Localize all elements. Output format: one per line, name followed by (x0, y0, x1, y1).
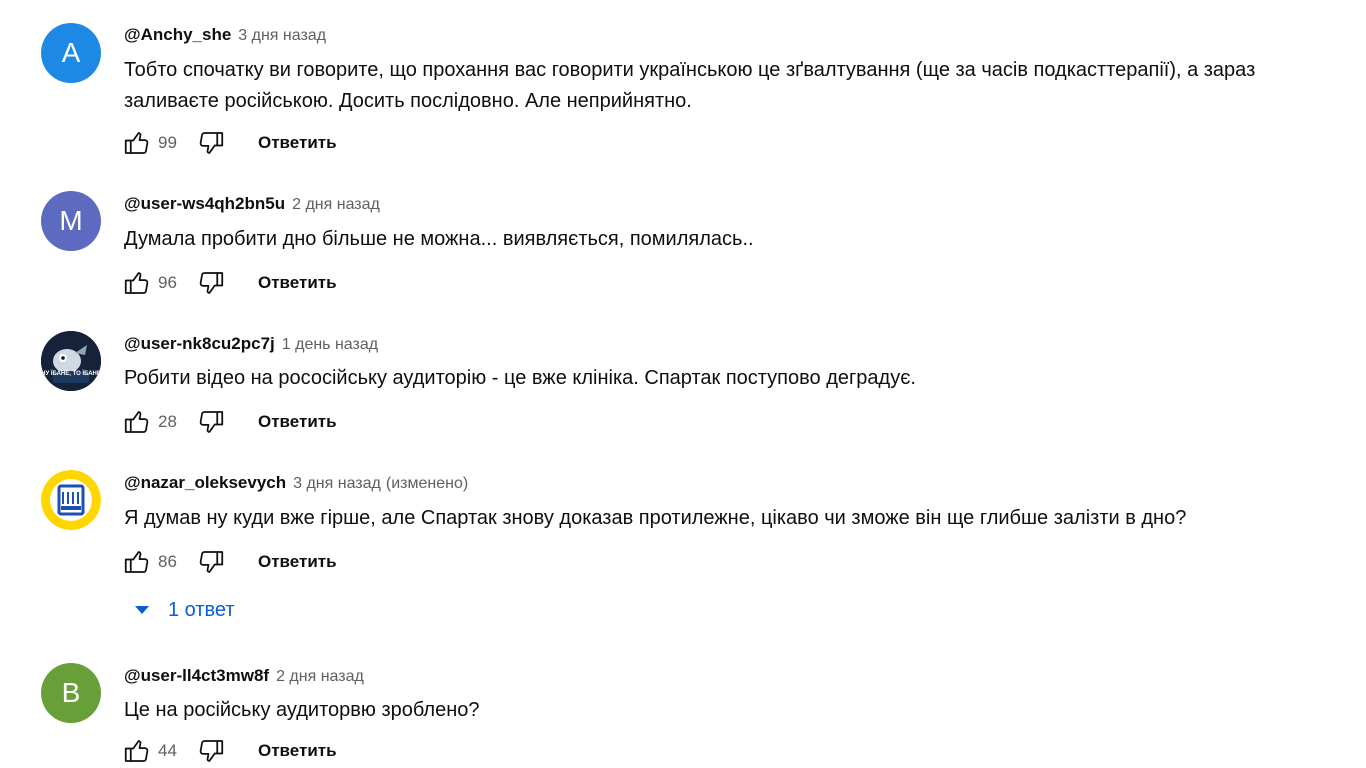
comment-time[interactable]: 2 дня назад (276, 668, 364, 686)
comment-text: Це на російську аудиторвю зроблено? (124, 699, 480, 721)
thumb-down-icon (199, 272, 224, 294)
view-replies-button[interactable]: 1 ответ (130, 598, 235, 622)
reply-button[interactable]: Ответить (258, 273, 337, 293)
like-count: 28 (158, 412, 177, 431)
dislike-button[interactable] (194, 266, 228, 300)
comment-time[interactable]: 3 дня назад (238, 27, 326, 45)
author-name[interactable]: @user-ws4qh2bn5u (124, 194, 285, 214)
thumb-down-icon (199, 411, 224, 433)
avatar-letter: M (59, 205, 83, 236)
comment-text: Думала пробити дно більше не можна... ви… (124, 228, 754, 250)
like-button[interactable] (120, 734, 154, 768)
reply-button[interactable]: Ответить (258, 133, 337, 153)
like-button[interactable] (120, 266, 154, 300)
replies-count-label: 1 ответ (168, 598, 235, 621)
comment-text: Я думав ну куди вже гірше, але Спартак з… (124, 507, 1187, 529)
comment-header: @user-ll4ct3mw8f 2 дня назад (124, 666, 364, 686)
comments-section: A @Anchy_she 3 дня назад Тобто спочатку … (0, 0, 1366, 768)
like-count: 96 (158, 273, 177, 292)
caret-down-icon (130, 598, 154, 622)
dislike-button[interactable] (194, 545, 228, 579)
comment-header: @user-nk8cu2pc7j 1 день назад (124, 334, 378, 354)
edited-label: (изменено) (385, 475, 469, 492)
like-count: 86 (158, 552, 177, 571)
dislike-button[interactable] (194, 126, 228, 160)
dislike-button[interactable] (194, 734, 228, 768)
thumb-up-icon (124, 740, 149, 762)
avatar-caption: ну їбане, то їбане (41, 371, 101, 377)
avatar[interactable]: ну їбане, то їбане (41, 331, 101, 391)
avatar[interactable]: M (41, 191, 101, 251)
like-count: 44 (158, 741, 177, 760)
comment-actions: 86 Ответить (120, 545, 337, 579)
comment-time[interactable]: 1 день назад (282, 336, 378, 354)
comment-actions: 28 Ответить (120, 405, 337, 439)
comment-header: @nazar_oleksevych 3 дня назад (изменено) (124, 473, 468, 493)
thumb-up-icon (124, 411, 149, 433)
reply-button[interactable]: Ответить (258, 552, 337, 572)
avatar[interactable] (41, 470, 101, 530)
logo-avatar-icon (41, 470, 101, 530)
comment-actions: 99 Ответить (120, 126, 337, 160)
avatar[interactable]: A (41, 23, 101, 83)
comment-time[interactable]: 3 дня назад (293, 475, 381, 493)
like-button[interactable] (120, 545, 154, 579)
comment-header: @user-ws4qh2bn5u 2 дня назад (124, 194, 380, 214)
thumb-down-icon (199, 551, 224, 573)
author-name[interactable]: @user-nk8cu2pc7j (124, 334, 275, 354)
thumb-down-icon (199, 132, 224, 154)
comment-actions: 44 Ответить (120, 734, 337, 768)
avatar-letter: B (61, 677, 81, 708)
reply-button[interactable]: Ответить (258, 741, 337, 761)
comment-header: @Anchy_she 3 дня назад (124, 25, 326, 45)
avatar-letter: A (61, 37, 81, 68)
comment-actions: 96 Ответить (120, 266, 337, 300)
reply-button[interactable]: Ответить (258, 412, 337, 432)
thumb-up-icon (124, 551, 149, 573)
like-button[interactable] (120, 126, 154, 160)
like-button[interactable] (120, 405, 154, 439)
cartoon-avatar-icon (41, 331, 101, 391)
comment-time[interactable]: 2 дня назад (292, 196, 380, 214)
dislike-button[interactable] (194, 405, 228, 439)
thumb-up-icon (124, 272, 149, 294)
author-name[interactable]: @Anchy_she (124, 25, 231, 45)
comment-text: Робити відео на рососійську аудиторію - … (124, 367, 916, 389)
thumb-down-icon (199, 740, 224, 762)
like-count: 99 (158, 133, 177, 152)
avatar[interactable]: B (41, 663, 101, 723)
author-name[interactable]: @user-ll4ct3mw8f (124, 666, 269, 686)
thumb-up-icon (124, 132, 149, 154)
comment-text: Тобто спочатку ви говорите, що прохання … (124, 59, 1256, 112)
author-name[interactable]: @nazar_oleksevych (124, 473, 286, 493)
